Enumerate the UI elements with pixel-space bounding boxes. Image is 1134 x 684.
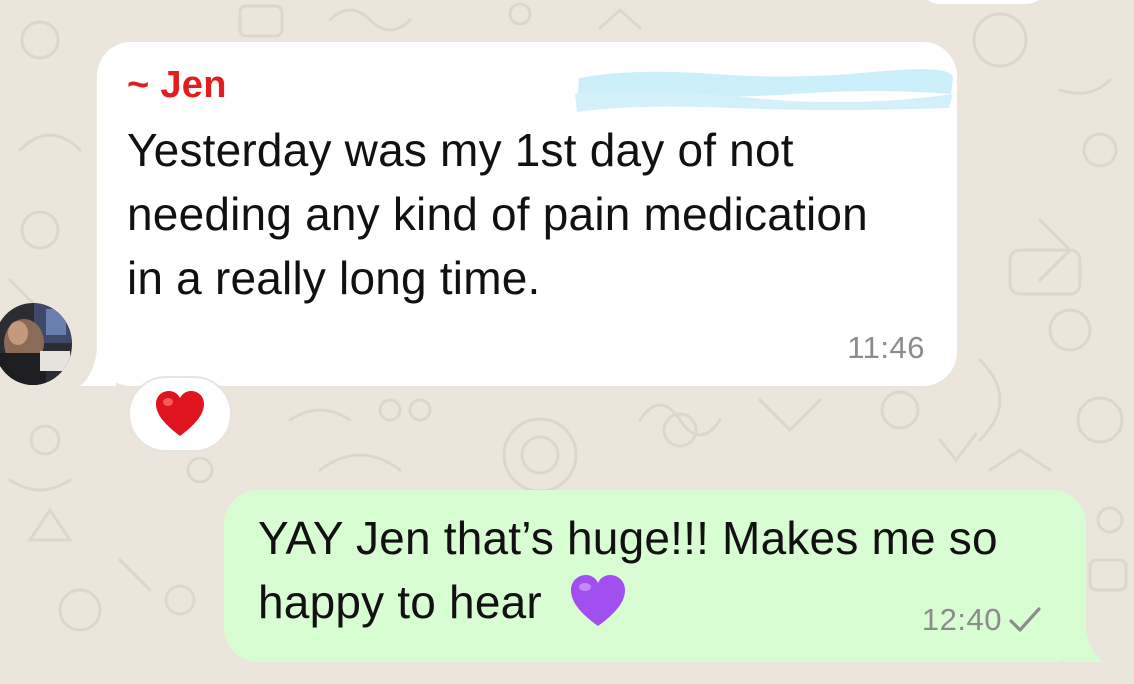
incoming-message-time: 11:46 <box>847 330 925 365</box>
outgoing-message-time: 12:40 <box>921 602 1002 637</box>
outgoing-message-body: YAY Jen that’s huge!!! Makes me so happy… <box>258 512 998 628</box>
sender-name[interactable]: ~ Jen <box>127 64 227 107</box>
purple-heart-icon <box>569 574 627 644</box>
incoming-message-bubble[interactable]: ~ Jen Yesterday was my 1st day of not ne… <box>97 42 957 386</box>
outgoing-message-meta: 12:40 <box>922 602 1042 638</box>
outgoing-message-bubble[interactable]: YAY Jen that’s huge!!! Makes me so happy… <box>224 490 1086 662</box>
sent-check-icon <box>1009 607 1041 632</box>
redacted-phone-number <box>575 69 953 112</box>
heart-reaction[interactable] <box>128 376 232 452</box>
incoming-message-text: Yesterday was my 1st day of not needing … <box>127 124 868 304</box>
red-heart-icon <box>156 391 204 436</box>
previous-message-bubble-edge <box>918 0 1048 4</box>
outgoing-message-text: YAY Jen that’s huge!!! Makes me so happy… <box>258 506 1018 644</box>
